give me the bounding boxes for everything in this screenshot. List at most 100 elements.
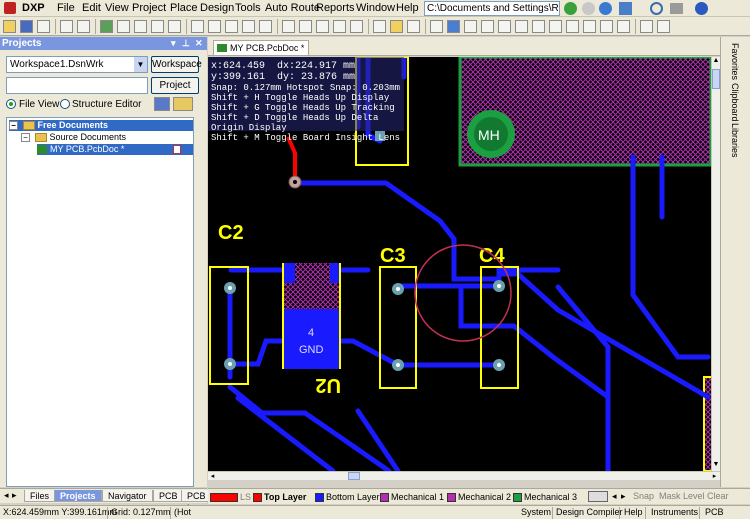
select-rect-icon[interactable] xyxy=(282,20,295,33)
layer-tab-mechanical-3[interactable]: Mechanical 3 xyxy=(513,491,577,503)
polygon-icon[interactable] xyxy=(532,20,545,33)
status-help-button[interactable]: Help xyxy=(624,506,643,519)
layer-tab-bottom[interactable]: Bottom Layer xyxy=(315,491,380,503)
project-dropdown[interactable] xyxy=(6,77,148,94)
document-tab[interactable]: MY PCB.PcbDoc * xyxy=(213,40,310,55)
open-icon[interactable] xyxy=(3,20,16,33)
horizontal-scrollbar[interactable]: ◂ ▸ xyxy=(208,471,720,480)
menu-place[interactable]: Place xyxy=(170,2,198,14)
clear-button[interactable]: Clear xyxy=(707,491,729,501)
hscroll-thumb[interactable] xyxy=(348,472,360,480)
file-view-radio[interactable] xyxy=(6,99,16,109)
dxp-menu[interactable]: DXP xyxy=(22,2,45,14)
board-3d-icon[interactable] xyxy=(100,20,113,33)
layer-scroll-right-icon[interactable]: ▸ xyxy=(621,491,626,502)
tabs-right-arrow-icon[interactable]: ▸ xyxy=(12,490,17,501)
pin-icon[interactable]: ⊥ xyxy=(182,37,190,50)
arc-icon[interactable] xyxy=(464,20,477,33)
menu-file[interactable]: File xyxy=(57,2,75,14)
close-panel-icon[interactable]: ✕ xyxy=(195,37,203,50)
favorites-tab[interactable]: Favorites xyxy=(730,43,740,80)
route-icon[interactable] xyxy=(447,20,460,33)
clear-icon[interactable] xyxy=(407,20,420,33)
project-button[interactable]: Project xyxy=(151,77,199,94)
union-icon[interactable] xyxy=(657,20,670,33)
scroll-up-icon[interactable]: ▲ xyxy=(712,57,720,66)
undo-icon[interactable] xyxy=(191,20,204,33)
filter-icon[interactable] xyxy=(350,20,363,33)
mask-level-button[interactable]: Mask Level xyxy=(659,491,705,501)
search-icon[interactable] xyxy=(650,2,663,15)
back-icon[interactable] xyxy=(564,2,577,15)
menu-auto-route[interactable]: Auto Route xyxy=(265,2,320,14)
coordinate-icon[interactable] xyxy=(583,20,596,33)
libraries-tab[interactable]: Libraries xyxy=(730,123,740,158)
layer-set-ls[interactable]: LS xyxy=(210,491,251,503)
home-icon[interactable] xyxy=(599,2,612,15)
move-icon[interactable] xyxy=(299,20,312,33)
zoom-in-icon[interactable] xyxy=(60,20,73,33)
workspace-dropdown[interactable]: Workspace1.DsnWrk ▼ xyxy=(6,56,148,73)
fill-icon[interactable] xyxy=(515,20,528,33)
dxp-logo-icon[interactable] xyxy=(4,2,16,14)
tab-files[interactable]: Files xyxy=(24,490,56,502)
layer-tab-mechanical-2[interactable]: Mechanical 2 xyxy=(447,491,511,503)
layer-icon[interactable] xyxy=(117,20,130,33)
tabs-left-arrow-icon[interactable]: ◂ xyxy=(4,490,9,501)
status-system-button[interactable]: System xyxy=(521,506,551,519)
workspace-button[interactable]: Workspace xyxy=(151,56,202,73)
zoom-area-icon[interactable] xyxy=(77,20,90,33)
print-icon[interactable] xyxy=(670,3,683,14)
refresh-icon[interactable] xyxy=(154,97,170,111)
save-icon[interactable] xyxy=(20,20,33,33)
clipboard-tab[interactable]: Clipboard xyxy=(730,83,740,122)
component-icon[interactable] xyxy=(566,20,579,33)
redo-icon[interactable] xyxy=(208,20,221,33)
align-icon[interactable] xyxy=(333,20,346,33)
status-instruments-button[interactable]: Instruments xyxy=(651,506,698,519)
tab-projects[interactable]: Projects xyxy=(54,490,102,502)
deselect-icon[interactable] xyxy=(259,20,272,33)
pad-icon[interactable] xyxy=(481,20,494,33)
expand-icon[interactable]: − xyxy=(9,121,18,131)
cross-probe-icon[interactable] xyxy=(316,20,329,33)
pcb-canvas[interactable]: MH 4 GND C2 C3 C4 U2 x:624.459 dx:224.91… xyxy=(208,57,711,471)
status-design-compiler-button[interactable]: Design Compiler xyxy=(556,506,623,519)
layer-scroll-icon[interactable] xyxy=(588,491,608,502)
scroll-right-icon[interactable]: ▸ xyxy=(710,472,719,480)
menu-tools[interactable]: Tools xyxy=(235,2,261,14)
file-view-label[interactable]: File View xyxy=(19,99,59,110)
panel-menu-icon[interactable]: ▾ xyxy=(171,37,176,50)
copy-icon[interactable] xyxy=(151,20,164,33)
menu-help[interactable]: Help xyxy=(396,2,419,14)
tree-file-row[interactable]: MY PCB.PcbDoc * xyxy=(37,144,193,155)
favorites-icon[interactable] xyxy=(619,2,632,15)
ic-pin-right[interactable] xyxy=(330,263,340,283)
menu-view[interactable]: View xyxy=(105,2,129,14)
menu-edit[interactable]: Edit xyxy=(82,2,101,14)
scroll-down-icon[interactable]: ▼ xyxy=(712,461,720,470)
structure-editor-label[interactable]: Structure Editor xyxy=(72,99,141,110)
menu-window[interactable]: Window xyxy=(356,2,395,14)
layer-scroll-left-icon[interactable]: ◂ xyxy=(612,491,617,502)
ic-pad-gnd[interactable] xyxy=(283,309,340,369)
path-field[interactable]: C:\Documents and Settings\ROBO\Loca xyxy=(424,1,560,16)
vertical-scrollbar[interactable]: ▲ ▼ xyxy=(711,57,720,471)
collapse-toolbar-icon[interactable] xyxy=(737,20,750,33)
snap-button[interactable]: Snap xyxy=(633,491,654,501)
room-icon[interactable] xyxy=(617,20,630,33)
menu-reports[interactable]: Reports xyxy=(316,2,355,14)
scroll-left-icon[interactable]: ◂ xyxy=(208,472,217,480)
structure-editor-radio[interactable] xyxy=(60,99,70,109)
layer-tab-mechanical-1[interactable]: Mechanical 1 xyxy=(380,491,444,503)
paste-icon[interactable] xyxy=(168,20,181,33)
forward-icon[interactable] xyxy=(582,2,595,15)
rules-icon[interactable] xyxy=(373,20,386,33)
options-icon[interactable] xyxy=(173,97,193,111)
status-pcb-button[interactable]: PCB xyxy=(705,506,724,519)
tab-pcb-inspector[interactable]: PCB I xyxy=(181,490,212,513)
tab-navigator[interactable]: Navigator xyxy=(102,490,153,502)
via-icon[interactable] xyxy=(498,20,511,33)
grid-icon[interactable] xyxy=(225,20,238,33)
interactive-route-icon[interactable] xyxy=(430,20,443,33)
